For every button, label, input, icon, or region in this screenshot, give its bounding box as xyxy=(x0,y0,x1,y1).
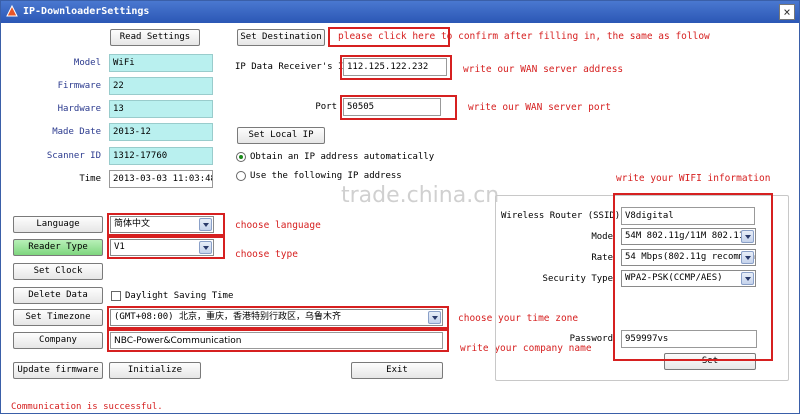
scanner-id-field: 1312-17760 xyxy=(109,147,213,165)
reader-type-highlight xyxy=(107,236,225,259)
security-type-label: Security Type xyxy=(542,274,613,284)
set-timezone-button[interactable]: Set Timezone xyxy=(13,309,103,326)
rate-label: Rate xyxy=(591,253,613,263)
wan-port-note: write our WAN server port xyxy=(468,102,611,113)
window-title: IP-DownloaderSettings xyxy=(23,6,150,17)
title-bar: IP-DownloaderSettings × xyxy=(1,1,799,23)
mode-label: Mode xyxy=(591,232,613,242)
watermark-text: trade.china.cn xyxy=(341,183,500,208)
initialize-button[interactable]: Initialize xyxy=(109,362,201,379)
language-note: choose language xyxy=(235,220,321,231)
set-local-ip-button[interactable]: Set Local IP xyxy=(237,127,325,144)
time-label: Time xyxy=(79,174,101,184)
set-clock-button[interactable]: Set Clock xyxy=(13,263,103,280)
status-message: Communication is successful. xyxy=(11,402,163,412)
model-field: WiFi xyxy=(109,54,213,72)
made-date-label: Made Date xyxy=(52,127,101,137)
reader-type-button[interactable]: Reader Type xyxy=(13,239,103,256)
app-icon xyxy=(6,4,18,17)
confirm-note: please click here to confirm after filli… xyxy=(338,31,710,42)
auto-ip-radio[interactable] xyxy=(236,152,246,162)
language-highlight xyxy=(107,213,225,236)
hardware-field: 13 xyxy=(109,100,213,118)
company-highlight xyxy=(107,329,449,352)
wan-address-note: write our WAN server address xyxy=(463,64,624,75)
auto-ip-label: Obtain an IP address automatically xyxy=(250,152,435,162)
wifi-note: write your WIFI information xyxy=(616,173,771,184)
daylight-checkbox[interactable] xyxy=(111,291,121,301)
timezone-highlight xyxy=(107,306,449,329)
set-destination-button[interactable]: Set Destination xyxy=(237,29,325,46)
made-date-field: 2013-12 xyxy=(109,123,213,141)
time-field: 2013-03-03 11:03:48 xyxy=(109,170,213,188)
port-label: Port xyxy=(315,102,337,112)
model-label: Model xyxy=(73,58,101,68)
daylight-label: Daylight Saving Time xyxy=(125,291,234,301)
firmware-field: 22 xyxy=(109,77,213,95)
manual-ip-radio[interactable] xyxy=(236,171,246,181)
company-button[interactable]: Company xyxy=(13,332,103,349)
read-settings-button[interactable]: Read Settings xyxy=(110,29,200,46)
delete-data-button[interactable]: Delete Data xyxy=(13,287,103,304)
ssid-label: Wireless Router (SSID) xyxy=(501,211,621,221)
ip-label: IP Data Receiver's IP xyxy=(235,62,349,72)
hardware-label: Hardware xyxy=(57,104,101,114)
wifi-highlight xyxy=(613,193,773,361)
app-window: IP-DownloaderSettings × Read Settings Mo… xyxy=(0,0,800,414)
password-label: Password xyxy=(569,334,613,344)
language-button[interactable]: Language xyxy=(13,216,103,233)
scanner-id-label: Scanner ID xyxy=(46,151,101,161)
close-icon[interactable]: × xyxy=(779,4,795,20)
update-firmware-button[interactable]: Update firmware xyxy=(13,362,103,379)
type-note: choose type xyxy=(235,249,298,260)
client-area: Read Settings Model WiFi Firmware 22 Har… xyxy=(1,23,799,413)
port-highlight xyxy=(340,95,457,120)
manual-ip-label: Use the following IP address xyxy=(250,171,402,181)
exit-button[interactable]: Exit xyxy=(351,362,443,379)
firmware-label: Firmware xyxy=(57,81,101,91)
ip-highlight xyxy=(340,55,452,80)
